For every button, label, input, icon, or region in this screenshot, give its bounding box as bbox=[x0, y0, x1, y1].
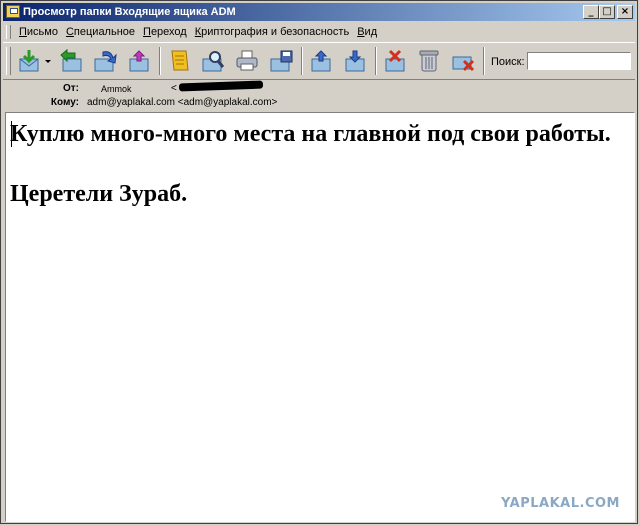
body-line-1: Куплю много-много места на главной под с… bbox=[10, 121, 611, 147]
move-icon[interactable] bbox=[125, 48, 153, 74]
window-controls: _ □ × bbox=[583, 5, 633, 19]
toolbar-separator bbox=[159, 47, 161, 75]
to-label: Кому: bbox=[50, 97, 79, 108]
message-body[interactable]: Куплю много-много места на главной под с… bbox=[5, 112, 635, 522]
mail-app-icon[interactable] bbox=[6, 5, 20, 18]
title-bar[interactable]: Просмотр папки Входящие ящика ADM _ □ × bbox=[3, 3, 635, 21]
maximize-button[interactable]: □ bbox=[599, 5, 615, 19]
close-button[interactable]: × bbox=[617, 5, 633, 19]
menu-vid[interactable]: Вид bbox=[353, 23, 381, 39]
dropdown-arrow-icon[interactable] bbox=[43, 48, 53, 74]
prev-message-icon[interactable] bbox=[307, 48, 335, 74]
menu-bar: Письмо Специальное Переход Криптография … bbox=[3, 23, 635, 41]
to-address[interactable]: adm@yaplakal.com <adm@yaplakal.com> bbox=[87, 97, 277, 108]
reply-all-icon[interactable] bbox=[57, 48, 85, 74]
menu-specialnoe[interactable]: Специальное bbox=[62, 23, 139, 39]
menu-crypto[interactable]: Криптография и безопасность bbox=[191, 23, 353, 39]
print-icon[interactable] bbox=[233, 48, 261, 74]
get-mail-icon[interactable] bbox=[15, 48, 43, 74]
delete-icon[interactable] bbox=[449, 48, 477, 74]
next-message-icon[interactable] bbox=[341, 48, 369, 74]
menu-perehod[interactable]: Переход bbox=[139, 23, 191, 39]
window-title: Просмотр папки Входящие ящика ADM bbox=[23, 6, 236, 18]
save-icon[interactable] bbox=[267, 48, 295, 74]
toolbar-separator bbox=[301, 47, 303, 75]
from-name[interactable]: Ammok bbox=[101, 84, 132, 94]
body-line-2: Церетели Зураб. bbox=[10, 181, 188, 207]
toolbar-separator bbox=[483, 47, 485, 75]
trash-icon[interactable] bbox=[415, 48, 443, 74]
toolbar-grip[interactable] bbox=[6, 47, 11, 75]
forward-icon[interactable] bbox=[91, 48, 119, 74]
minimize-button[interactable]: _ bbox=[583, 5, 599, 19]
from-bracket: < bbox=[171, 83, 177, 94]
redaction-mark bbox=[178, 80, 264, 92]
note-icon[interactable] bbox=[165, 48, 193, 74]
toolbar-separator bbox=[375, 47, 377, 75]
from-label: От: bbox=[62, 83, 79, 94]
menubar-grip[interactable] bbox=[6, 25, 11, 39]
menu-pismo[interactable]: Письмо bbox=[15, 23, 62, 39]
find-icon[interactable] bbox=[199, 48, 227, 74]
junk-icon[interactable] bbox=[381, 48, 409, 74]
email-client-window: Просмотр папки Входящие ящика ADM _ □ × … bbox=[0, 0, 638, 524]
toolbar: Поиск: bbox=[3, 42, 635, 80]
search-label: Поиск: bbox=[491, 56, 525, 68]
site-watermark: YAPLAKAL.COM bbox=[501, 496, 620, 511]
message-headers: От: Ammok < Кому: adm@yaplakal.com <adm@… bbox=[3, 80, 635, 109]
search-input[interactable] bbox=[527, 52, 631, 70]
